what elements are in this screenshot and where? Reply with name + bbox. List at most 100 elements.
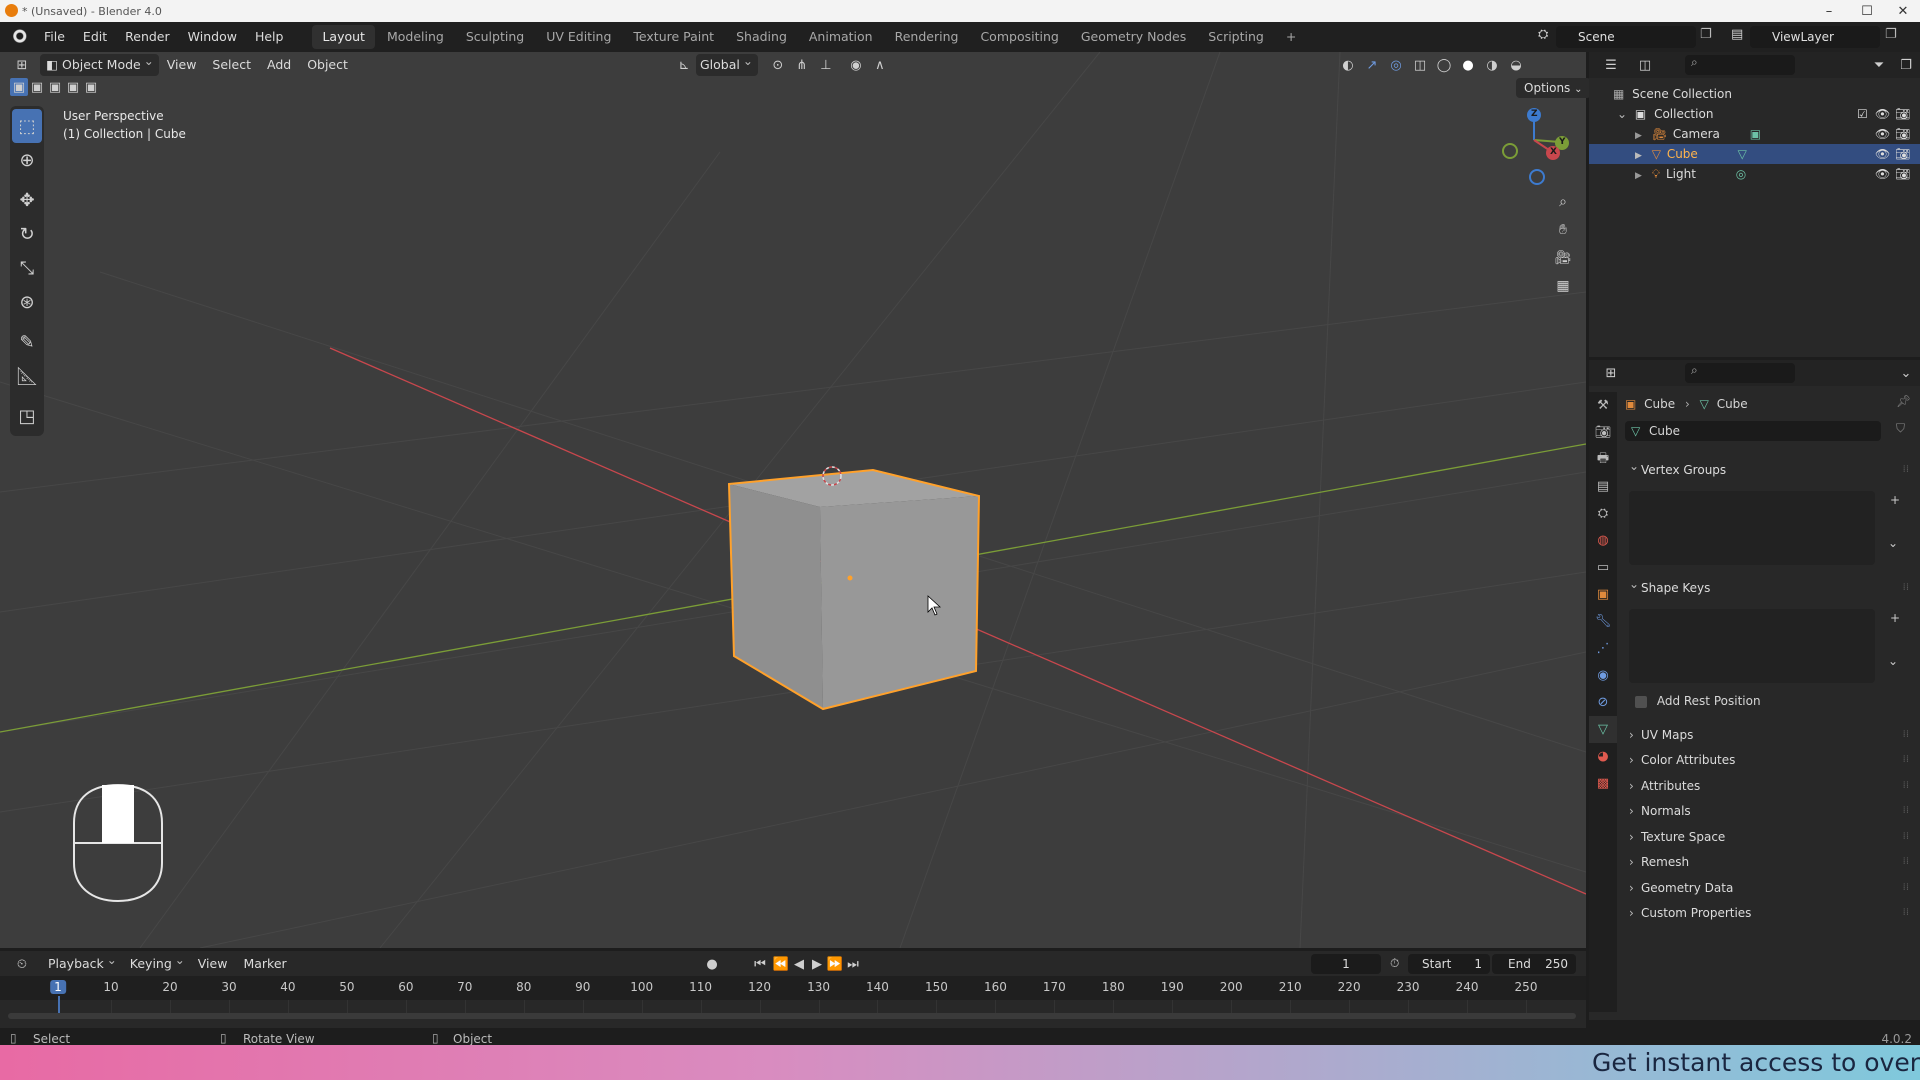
jump-start-icon[interactable]: ⏮ xyxy=(748,953,772,975)
world-tab-icon[interactable]: ◍ xyxy=(1589,527,1617,554)
pin-icon[interactable]: 📌︎ xyxy=(1896,394,1911,408)
panel-vertex-groups[interactable]: Vertex Groups⁞⁞ xyxy=(1625,455,1915,481)
editor-type-icon[interactable]: ⊞ xyxy=(10,54,34,76)
timeline-scrollbar[interactable] xyxy=(8,1013,1576,1019)
visibility-icon[interactable]: ◐ xyxy=(1336,54,1360,76)
add-vertex-group-button[interactable]: + xyxy=(1890,493,1900,507)
start-frame-field[interactable]: Start 1 xyxy=(1408,954,1490,974)
scene-tab-icon[interactable]: ⛭ xyxy=(1589,500,1617,527)
panel-custom-properties[interactable]: Custom Properties⁞⁞ xyxy=(1625,902,1915,924)
maximize-icon[interactable]: ☐ xyxy=(1850,0,1884,22)
menu-keying[interactable]: Keying xyxy=(122,949,190,975)
render-camera-icon[interactable]: 📷︎ xyxy=(1895,124,1910,144)
constraint-tab-icon[interactable]: ⊘ xyxy=(1589,689,1617,716)
fake-user-icon[interactable]: ⛉ xyxy=(1896,421,1905,436)
jump-end-icon[interactable]: ⏭ xyxy=(844,953,862,975)
camera-data-icon[interactable]: ▣ xyxy=(1750,127,1761,141)
gizmo-toggle-icon[interactable]: ↗ xyxy=(1360,54,1384,76)
falloff-icon[interactable]: ∧ xyxy=(868,54,892,76)
cube-object[interactable] xyxy=(727,468,981,711)
eye-icon[interactable]: 👁︎ xyxy=(1875,164,1890,184)
eye-icon[interactable]: 👁︎ xyxy=(1875,104,1890,124)
move-tool[interactable]: ✥ xyxy=(10,183,44,217)
eye-icon[interactable]: 👁︎ xyxy=(1875,124,1890,144)
outliner-editor-icon[interactable]: ☰ xyxy=(1599,54,1623,76)
current-frame-field[interactable]: 1 xyxy=(1311,954,1381,974)
filter-icon[interactable]: ⏷ xyxy=(1867,54,1891,76)
menu-select[interactable]: Select xyxy=(204,54,259,76)
modifier-tab-icon[interactable]: 🔧︎ xyxy=(1589,608,1617,635)
expand-arrow-icon[interactable]: ▶ xyxy=(1635,151,1642,161)
particles-tab-icon[interactable]: ⋰ xyxy=(1589,635,1617,662)
rendered-shading-icon[interactable]: ◒ xyxy=(1504,54,1528,76)
record-icon[interactable]: ● xyxy=(700,953,724,975)
menu-timeline-view[interactable]: View xyxy=(190,953,236,975)
cursor-tool[interactable]: ⊕ xyxy=(10,143,44,177)
view-layer-icon[interactable]: ▤ xyxy=(1731,27,1743,42)
material-tab-icon[interactable]: ◕ xyxy=(1589,743,1617,770)
render-camera-icon[interactable]: 📷︎ xyxy=(1895,104,1910,124)
tab-scripting[interactable]: Scripting xyxy=(1198,25,1274,49)
annotate-tool[interactable]: ✎ xyxy=(10,325,44,359)
menu-render[interactable]: Render xyxy=(116,22,179,52)
mesh-name-field[interactable]: ▽ Cube xyxy=(1625,421,1881,441)
xray-icon[interactable]: ◫ xyxy=(1408,54,1432,76)
menu-help[interactable]: Help xyxy=(246,22,293,52)
tab-layout[interactable]: Layout xyxy=(312,25,375,49)
menu-edit[interactable]: Edit xyxy=(74,22,116,52)
texture-tab-icon[interactable]: ▩ xyxy=(1589,770,1617,797)
menu-file[interactable]: File xyxy=(35,22,74,52)
render-camera-icon[interactable]: 📷︎ xyxy=(1895,164,1910,184)
measure-tool[interactable]: 📐︎ xyxy=(10,359,44,393)
play-icon[interactable]: ▶ xyxy=(808,953,826,975)
panel-color-attributes[interactable]: Color Attributes⁞⁞ xyxy=(1625,749,1915,771)
view-layer-tab-icon[interactable]: ▤ xyxy=(1589,473,1617,500)
properties-editor-icon[interactable]: ⊞ xyxy=(1599,362,1623,384)
tab-modeling[interactable]: Modeling xyxy=(377,25,454,49)
collapse-arrow-icon[interactable]: ⌄ xyxy=(1617,107,1627,121)
add-workspace-button[interactable]: + xyxy=(1276,25,1306,49)
overlay-toggle-icon[interactable]: ◎ xyxy=(1384,54,1408,76)
scene-selector[interactable]: Scene xyxy=(1556,26,1696,48)
preview-range-icon[interactable]: ⏱ xyxy=(1390,956,1399,971)
outliner-search-input[interactable]: ⌕ xyxy=(1685,55,1795,75)
tab-texture-paint[interactable]: Texture Paint xyxy=(623,25,724,49)
light-data-icon[interactable]: ◎ xyxy=(1736,167,1746,181)
tree-row-camera[interactable]: ▶ 🎥︎ Camera ▣ 👁︎ 📷︎ xyxy=(1589,124,1920,144)
tab-shading[interactable]: Shading xyxy=(726,25,797,49)
ortho-grid-icon[interactable]: ▦ xyxy=(1551,272,1575,300)
tree-row-collection[interactable]: ⌄ ▣ Collection ☑ 👁︎ 📷︎ xyxy=(1589,104,1920,124)
promo-banner[interactable]: Get instant access to over xyxy=(0,1045,1920,1080)
timeline-ruler[interactable]: 1 10 20 30 40 50 60 70 80 90 100 110 120 130 140 150 160… xyxy=(0,976,1586,1016)
tree-row-light[interactable]: ▶ 💡︎ Light ◎ 👁︎ 📷︎ xyxy=(1589,164,1920,184)
render-tab-icon[interactable]: 📷︎ xyxy=(1589,419,1617,446)
camera-view-icon[interactable]: 🎥︎ xyxy=(1551,244,1575,272)
snap-target-icon[interactable]: ⊥ xyxy=(814,54,838,76)
mesh-data-icon[interactable]: ▽ xyxy=(1738,147,1747,161)
shape-keys-list[interactable] xyxy=(1629,609,1875,683)
expand-arrow-icon[interactable]: ▶ xyxy=(1635,131,1642,141)
playhead-line[interactable] xyxy=(58,996,60,1014)
exclude-checkbox-icon[interactable]: ☑ xyxy=(1857,104,1868,124)
panel-geometry-data[interactable]: Geometry Data⁞⁞ xyxy=(1625,877,1915,899)
tab-uv-editing[interactable]: UV Editing xyxy=(536,25,621,49)
tool-tab-icon[interactable]: ⚒ xyxy=(1589,392,1617,419)
orientation-selector[interactable]: Global xyxy=(696,50,758,76)
new-scene-icon[interactable]: ❐ xyxy=(1700,27,1712,42)
physics-tab-icon[interactable]: ◉ xyxy=(1589,662,1617,689)
mesh-data-tab-icon[interactable]: ▽ xyxy=(1589,716,1617,743)
wireframe-shading-icon[interactable]: ◯ xyxy=(1432,54,1456,76)
menu-playback[interactable]: Playback xyxy=(40,949,122,975)
select-extend-icon[interactable]: ▣ xyxy=(28,78,46,96)
new-collection-icon[interactable]: ❐ xyxy=(1894,54,1918,76)
end-frame-field[interactable]: End 250 xyxy=(1492,954,1576,974)
properties-search-input[interactable]: ⌕ xyxy=(1685,363,1795,383)
menu-window[interactable]: Window xyxy=(179,22,246,52)
options-button[interactable]: Options ⌄ xyxy=(1516,78,1591,98)
display-mode-icon[interactable]: ◫ xyxy=(1633,54,1657,76)
minimize-icon[interactable]: – xyxy=(1812,0,1846,22)
tab-animation[interactable]: Animation xyxy=(799,25,883,49)
select-intersect-icon[interactable]: ▣ xyxy=(82,78,100,96)
shape-key-menu-icon[interactable]: ⌄ xyxy=(1888,654,1898,668)
vertex-group-menu-icon[interactable]: ⌄ xyxy=(1888,536,1898,550)
